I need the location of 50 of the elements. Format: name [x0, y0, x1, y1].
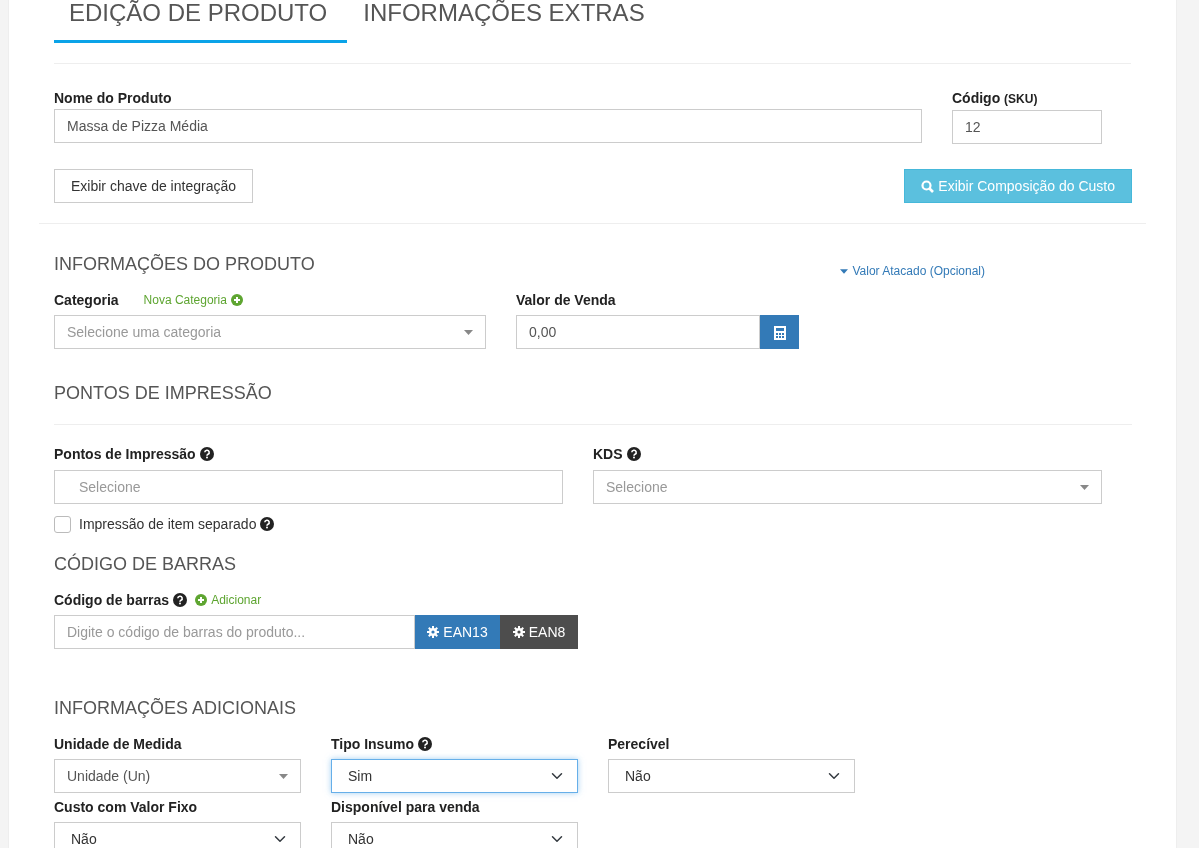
calculator-icon — [773, 325, 786, 340]
field-label: Pontos de Impressão — [54, 445, 196, 464]
print-points-field[interactable]: Selecione — [54, 470, 563, 504]
tab[interactable]: EDIÇÃO DE PRODUTO — [54, 0, 348, 43]
field-label: Disponível para venda — [331, 798, 480, 817]
name-field[interactable]: Massa de Pizza Média — [54, 109, 922, 143]
help-icon — [626, 447, 641, 461]
dropdown-select[interactable]: Sim — [331, 759, 578, 793]
gear-icon — [512, 626, 525, 638]
search-icon — [921, 179, 935, 193]
caret-icon — [840, 268, 849, 274]
gear-icon — [427, 626, 440, 638]
checkbox[interactable] — [54, 515, 71, 533]
dropdown-select[interactable]: Não — [54, 822, 301, 848]
section-title: INFORMAÇÕES ADICIONAIS — [54, 697, 298, 719]
plus-icon — [195, 594, 208, 606]
field-label: Custo com Valor Fixo — [54, 798, 198, 817]
integration-key-button[interactable]: Exibir chave de integração — [54, 169, 253, 203]
help-icon — [260, 517, 275, 531]
calculator-button[interactable] — [760, 315, 799, 349]
caret-icon — [464, 329, 473, 335]
tab[interactable]: INFORMAÇÕES EXTRAS — [347, 0, 665, 43]
caret-icon — [1080, 484, 1089, 490]
unit-select[interactable]: Unidade (Un) — [54, 759, 301, 793]
field-label: Valor de Venda — [516, 291, 617, 310]
barcode-type-button[interactable]: EAN8 — [500, 615, 578, 649]
sku-field[interactable]: 12 — [952, 110, 1102, 144]
section-title: INFORMAÇÕES DO PRODUTO — [54, 253, 315, 275]
caret-icon — [279, 773, 288, 779]
dropdown-select[interactable]: Não — [608, 759, 855, 793]
help-icon — [417, 737, 432, 751]
help-icon — [173, 593, 188, 607]
barcode-field[interactable]: Digite o código de barras do produto... — [54, 615, 415, 649]
field-label: KDS — [593, 445, 623, 464]
wholesale-price-link[interactable]: Valor Atacado (Opcional) — [840, 261, 985, 281]
plus-icon — [230, 294, 243, 306]
field-label: Perecível — [608, 735, 670, 754]
field-label: Nome do Produto — [54, 89, 173, 108]
dropdown-select[interactable]: Não — [331, 822, 578, 848]
field-label: Código de barras — [54, 591, 170, 610]
barcode-type-button[interactable]: EAN13 — [415, 615, 500, 649]
field-label: Categoria — [54, 291, 119, 310]
checkbox-label: Impressão de item separado — [79, 515, 257, 534]
field-label: Tipo Insumo — [331, 735, 414, 754]
field-label: Unidade de Medida — [54, 735, 182, 754]
section-title: CÓDIGO DE BARRAS — [54, 553, 238, 575]
field-label: Código (SKU) — [952, 89, 1039, 108]
section-title: PONTOS DE IMPRESSÃO — [54, 382, 273, 404]
price-field[interactable]: 0,00 — [516, 315, 760, 349]
help-icon — [199, 447, 214, 461]
